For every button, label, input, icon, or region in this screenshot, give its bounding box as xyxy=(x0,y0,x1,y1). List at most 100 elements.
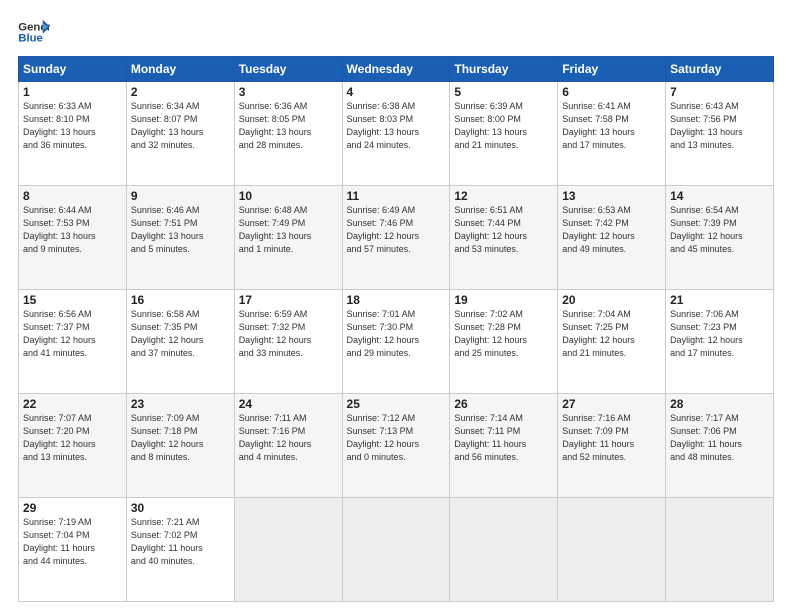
day-number: 1 xyxy=(23,85,122,99)
table-row: 1Sunrise: 6:33 AMSunset: 8:10 PMDaylight… xyxy=(19,82,127,186)
day-number: 8 xyxy=(23,189,122,203)
day-info: Sunrise: 6:48 AMSunset: 7:49 PMDaylight:… xyxy=(239,204,338,256)
day-number: 18 xyxy=(347,293,446,307)
weekday-header: Thursday xyxy=(450,57,558,82)
table-row: 11Sunrise: 6:49 AMSunset: 7:46 PMDayligh… xyxy=(342,186,450,290)
day-info: Sunrise: 6:36 AMSunset: 8:05 PMDaylight:… xyxy=(239,100,338,152)
day-info: Sunrise: 7:17 AMSunset: 7:06 PMDaylight:… xyxy=(670,412,769,464)
day-info: Sunrise: 6:46 AMSunset: 7:51 PMDaylight:… xyxy=(131,204,230,256)
table-row: 8Sunrise: 6:44 AMSunset: 7:53 PMDaylight… xyxy=(19,186,127,290)
day-number: 15 xyxy=(23,293,122,307)
table-row: 14Sunrise: 6:54 AMSunset: 7:39 PMDayligh… xyxy=(666,186,774,290)
day-number: 6 xyxy=(562,85,661,99)
day-info: Sunrise: 6:43 AMSunset: 7:56 PMDaylight:… xyxy=(670,100,769,152)
logo-icon: General Blue xyxy=(18,18,50,46)
header: General Blue xyxy=(18,18,774,46)
day-number: 23 xyxy=(131,397,230,411)
table-row: 18Sunrise: 7:01 AMSunset: 7:30 PMDayligh… xyxy=(342,290,450,394)
day-info: Sunrise: 6:41 AMSunset: 7:58 PMDaylight:… xyxy=(562,100,661,152)
day-info: Sunrise: 6:38 AMSunset: 8:03 PMDaylight:… xyxy=(347,100,446,152)
table-row: 19Sunrise: 7:02 AMSunset: 7:28 PMDayligh… xyxy=(450,290,558,394)
day-number: 20 xyxy=(562,293,661,307)
table-row: 17Sunrise: 6:59 AMSunset: 7:32 PMDayligh… xyxy=(234,290,342,394)
day-info: Sunrise: 7:01 AMSunset: 7:30 PMDaylight:… xyxy=(347,308,446,360)
day-number: 13 xyxy=(562,189,661,203)
day-number: 5 xyxy=(454,85,553,99)
day-info: Sunrise: 7:14 AMSunset: 7:11 PMDaylight:… xyxy=(454,412,553,464)
day-number: 9 xyxy=(131,189,230,203)
table-row: 13Sunrise: 6:53 AMSunset: 7:42 PMDayligh… xyxy=(558,186,666,290)
day-number: 2 xyxy=(131,85,230,99)
day-info: Sunrise: 7:21 AMSunset: 7:02 PMDaylight:… xyxy=(131,516,230,568)
day-info: Sunrise: 6:53 AMSunset: 7:42 PMDaylight:… xyxy=(562,204,661,256)
day-info: Sunrise: 6:56 AMSunset: 7:37 PMDaylight:… xyxy=(23,308,122,360)
table-row: 24Sunrise: 7:11 AMSunset: 7:16 PMDayligh… xyxy=(234,394,342,498)
table-row: 22Sunrise: 7:07 AMSunset: 7:20 PMDayligh… xyxy=(19,394,127,498)
table-row xyxy=(450,498,558,602)
day-number: 22 xyxy=(23,397,122,411)
day-info: Sunrise: 7:19 AMSunset: 7:04 PMDaylight:… xyxy=(23,516,122,568)
day-info: Sunrise: 7:11 AMSunset: 7:16 PMDaylight:… xyxy=(239,412,338,464)
weekday-header: Friday xyxy=(558,57,666,82)
day-info: Sunrise: 7:12 AMSunset: 7:13 PMDaylight:… xyxy=(347,412,446,464)
table-row: 2Sunrise: 6:34 AMSunset: 8:07 PMDaylight… xyxy=(126,82,234,186)
table-row: 25Sunrise: 7:12 AMSunset: 7:13 PMDayligh… xyxy=(342,394,450,498)
day-info: Sunrise: 6:34 AMSunset: 8:07 PMDaylight:… xyxy=(131,100,230,152)
calendar: SundayMondayTuesdayWednesdayThursdayFrid… xyxy=(18,56,774,602)
day-number: 12 xyxy=(454,189,553,203)
table-row: 7Sunrise: 6:43 AMSunset: 7:56 PMDaylight… xyxy=(666,82,774,186)
weekday-header: Sunday xyxy=(19,57,127,82)
day-number: 17 xyxy=(239,293,338,307)
day-number: 16 xyxy=(131,293,230,307)
table-row: 21Sunrise: 7:06 AMSunset: 7:23 PMDayligh… xyxy=(666,290,774,394)
table-row: 28Sunrise: 7:17 AMSunset: 7:06 PMDayligh… xyxy=(666,394,774,498)
day-info: Sunrise: 6:54 AMSunset: 7:39 PMDaylight:… xyxy=(670,204,769,256)
weekday-header: Tuesday xyxy=(234,57,342,82)
day-number: 19 xyxy=(454,293,553,307)
day-info: Sunrise: 7:16 AMSunset: 7:09 PMDaylight:… xyxy=(562,412,661,464)
weekday-header: Wednesday xyxy=(342,57,450,82)
day-number: 10 xyxy=(239,189,338,203)
day-info: Sunrise: 6:58 AMSunset: 7:35 PMDaylight:… xyxy=(131,308,230,360)
table-row xyxy=(342,498,450,602)
day-number: 24 xyxy=(239,397,338,411)
page: General Blue SundayMondayTuesdayWednesda… xyxy=(0,0,792,612)
table-row xyxy=(234,498,342,602)
logo: General Blue xyxy=(18,18,50,46)
table-row: 3Sunrise: 6:36 AMSunset: 8:05 PMDaylight… xyxy=(234,82,342,186)
table-row: 15Sunrise: 6:56 AMSunset: 7:37 PMDayligh… xyxy=(19,290,127,394)
svg-text:Blue: Blue xyxy=(18,33,43,45)
day-number: 30 xyxy=(131,501,230,515)
table-row: 10Sunrise: 6:48 AMSunset: 7:49 PMDayligh… xyxy=(234,186,342,290)
table-row: 16Sunrise: 6:58 AMSunset: 7:35 PMDayligh… xyxy=(126,290,234,394)
day-number: 29 xyxy=(23,501,122,515)
day-info: Sunrise: 6:49 AMSunset: 7:46 PMDaylight:… xyxy=(347,204,446,256)
table-row: 12Sunrise: 6:51 AMSunset: 7:44 PMDayligh… xyxy=(450,186,558,290)
day-number: 4 xyxy=(347,85,446,99)
table-row: 26Sunrise: 7:14 AMSunset: 7:11 PMDayligh… xyxy=(450,394,558,498)
day-info: Sunrise: 7:06 AMSunset: 7:23 PMDaylight:… xyxy=(670,308,769,360)
day-number: 7 xyxy=(670,85,769,99)
table-row: 20Sunrise: 7:04 AMSunset: 7:25 PMDayligh… xyxy=(558,290,666,394)
day-info: Sunrise: 6:33 AMSunset: 8:10 PMDaylight:… xyxy=(23,100,122,152)
table-row: 5Sunrise: 6:39 AMSunset: 8:00 PMDaylight… xyxy=(450,82,558,186)
day-number: 27 xyxy=(562,397,661,411)
table-row: 23Sunrise: 7:09 AMSunset: 7:18 PMDayligh… xyxy=(126,394,234,498)
day-info: Sunrise: 7:02 AMSunset: 7:28 PMDaylight:… xyxy=(454,308,553,360)
day-info: Sunrise: 7:07 AMSunset: 7:20 PMDaylight:… xyxy=(23,412,122,464)
day-info: Sunrise: 7:09 AMSunset: 7:18 PMDaylight:… xyxy=(131,412,230,464)
table-row: 6Sunrise: 6:41 AMSunset: 7:58 PMDaylight… xyxy=(558,82,666,186)
table-row: 27Sunrise: 7:16 AMSunset: 7:09 PMDayligh… xyxy=(558,394,666,498)
table-row: 30Sunrise: 7:21 AMSunset: 7:02 PMDayligh… xyxy=(126,498,234,602)
table-row: 4Sunrise: 6:38 AMSunset: 8:03 PMDaylight… xyxy=(342,82,450,186)
day-info: Sunrise: 6:51 AMSunset: 7:44 PMDaylight:… xyxy=(454,204,553,256)
table-row: 29Sunrise: 7:19 AMSunset: 7:04 PMDayligh… xyxy=(19,498,127,602)
table-row: 9Sunrise: 6:46 AMSunset: 7:51 PMDaylight… xyxy=(126,186,234,290)
day-info: Sunrise: 6:44 AMSunset: 7:53 PMDaylight:… xyxy=(23,204,122,256)
day-number: 3 xyxy=(239,85,338,99)
weekday-header: Monday xyxy=(126,57,234,82)
day-info: Sunrise: 6:59 AMSunset: 7:32 PMDaylight:… xyxy=(239,308,338,360)
day-number: 26 xyxy=(454,397,553,411)
day-number: 25 xyxy=(347,397,446,411)
weekday-header: Saturday xyxy=(666,57,774,82)
